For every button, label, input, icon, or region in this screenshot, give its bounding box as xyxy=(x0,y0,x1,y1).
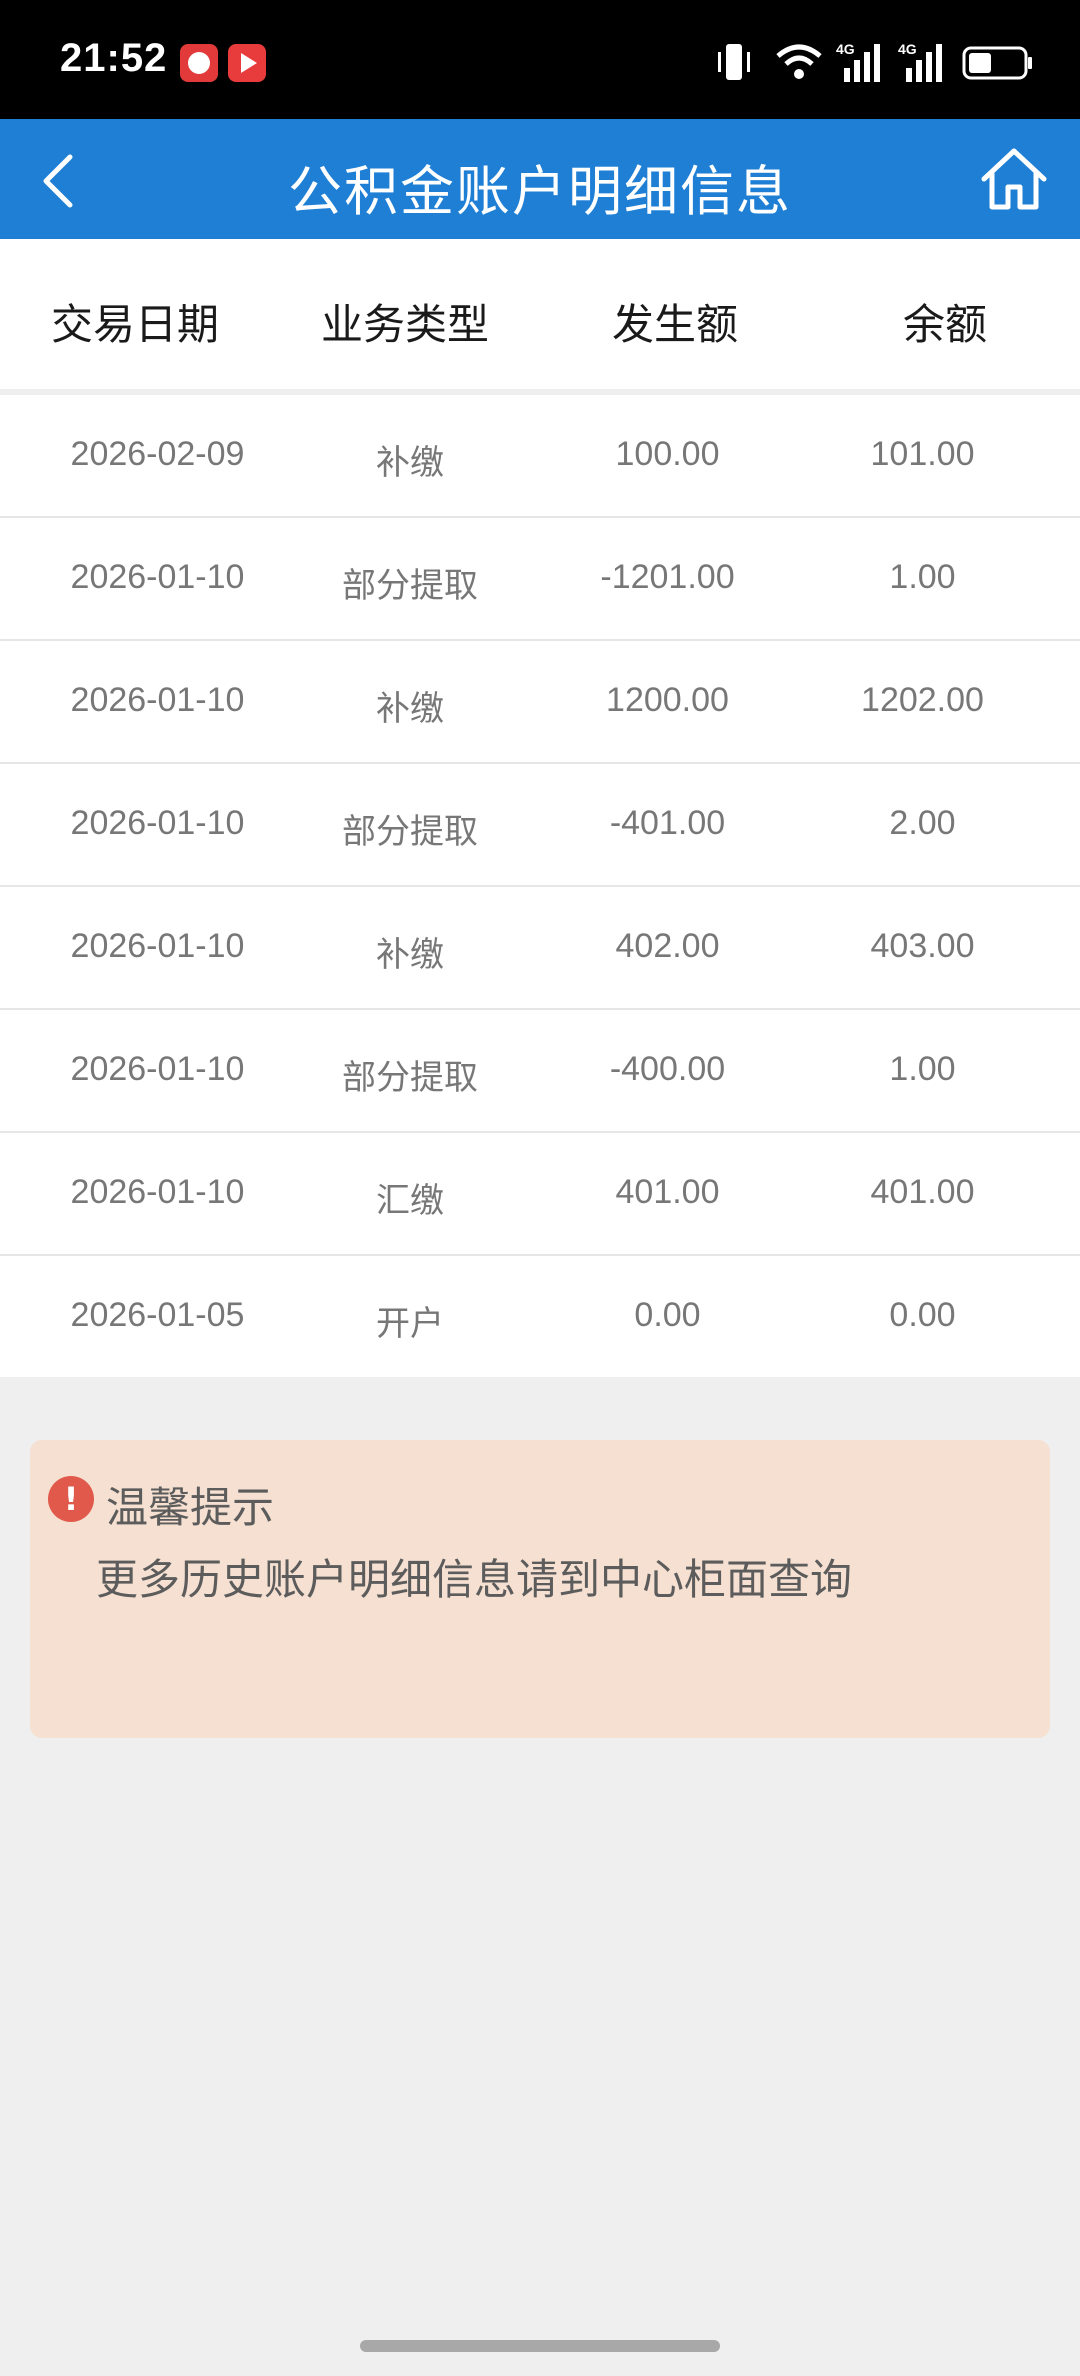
home-button[interactable] xyxy=(978,143,1050,215)
cell-amount: -1201.00 xyxy=(600,558,735,596)
cell-type: 补缴 xyxy=(376,443,444,483)
status-time: 21:52 xyxy=(60,36,168,80)
table-row: 2026-01-10 补缴 402.00 403.00 xyxy=(0,887,1080,1010)
cell-balance: 1.00 xyxy=(889,558,956,596)
column-header-amount: 发生额 xyxy=(611,300,738,349)
cell-date: 2026-01-10 xyxy=(70,1173,245,1211)
cell-balance: 1.00 xyxy=(889,1050,956,1088)
cell-type: 汇缴 xyxy=(376,1181,444,1221)
transactions-table: 交易日期 业务类型 发生额 余额 2026-02-09 补缴 100.00 10… xyxy=(0,239,1080,1377)
vibrate-icon xyxy=(718,44,750,80)
cell-balance: 101.00 xyxy=(870,435,975,473)
page-title: 公积金账户明细信息 xyxy=(288,160,792,223)
cell-amount: 0.00 xyxy=(634,1296,701,1334)
table-row: 2026-01-10 部分提取 -400.00 1.00 xyxy=(0,1010,1080,1133)
cell-date: 2026-01-10 xyxy=(70,1050,245,1088)
table-row: 2026-01-10 补缴 1200.00 1202.00 xyxy=(0,641,1080,764)
cell-balance: 1202.00 xyxy=(861,681,984,719)
cell-type: 部分提取 xyxy=(342,566,478,606)
cell-date: 2026-01-10 xyxy=(70,681,245,719)
status-indicators: 4G 4G xyxy=(716,40,1036,84)
column-header-date: 交易日期 xyxy=(50,300,219,349)
wifi-icon xyxy=(776,44,822,79)
svg-text:4G: 4G xyxy=(836,41,855,57)
cell-amount: 402.00 xyxy=(615,927,720,965)
cell-balance: 403.00 xyxy=(870,927,975,965)
cell-balance: 401.00 xyxy=(870,1173,975,1211)
signal-4g-icon: 4G xyxy=(836,41,880,82)
cell-type: 补缴 xyxy=(376,689,444,729)
cell-amount: 401.00 xyxy=(615,1173,720,1211)
app-header: 公积金账户明细信息 xyxy=(0,119,1080,239)
cell-date: 2026-01-05 xyxy=(70,1296,245,1334)
home-icon xyxy=(981,148,1047,210)
cell-date: 2026-02-09 xyxy=(70,435,245,473)
svg-text:4G: 4G xyxy=(898,41,917,57)
cell-amount: 1200.00 xyxy=(606,681,729,719)
cell-type: 开户 xyxy=(376,1304,444,1344)
exclamation-icon: ! xyxy=(48,1476,94,1522)
tip-box: ! 温馨提示 更多历史账户明细信息请到中心柜面查询 xyxy=(30,1440,1050,1738)
cell-balance: 2.00 xyxy=(889,804,956,842)
cell-amount: -400.00 xyxy=(609,1050,726,1088)
tip-text: 更多历史账户明细信息请到中心柜面查询 xyxy=(96,1555,853,1604)
cell-type: 部分提取 xyxy=(342,1058,478,1098)
battery-icon xyxy=(962,46,1032,80)
cell-type: 补缴 xyxy=(376,935,444,975)
cell-date: 2026-01-10 xyxy=(70,804,245,842)
table-row: 2026-01-10 部分提取 -401.00 2.00 xyxy=(0,764,1080,887)
tip-title: 温馨提示 xyxy=(106,1483,275,1532)
table-row: 2026-01-05 开户 0.00 0.00 xyxy=(0,1256,1080,1377)
column-header-type: 业务类型 xyxy=(320,300,489,349)
app-icon xyxy=(180,44,218,82)
cell-amount: 100.00 xyxy=(615,435,720,473)
status-bar: 21:52 4G 4G xyxy=(0,0,1080,119)
column-header-balance: 余额 xyxy=(902,300,987,349)
cell-type: 部分提取 xyxy=(342,812,478,852)
cell-balance: 0.00 xyxy=(889,1296,956,1334)
table-row: 2026-01-10 汇缴 401.00 401.00 xyxy=(0,1133,1080,1256)
cell-date: 2026-01-10 xyxy=(70,558,245,596)
table-row: 2026-01-10 部分提取 -1201.00 1.00 xyxy=(0,518,1080,641)
table-header: 交易日期 业务类型 发生额 余额 xyxy=(0,239,1080,395)
cell-date: 2026-01-10 xyxy=(70,927,245,965)
table-row: 2026-02-09 补缴 100.00 101.00 xyxy=(0,395,1080,518)
cell-amount: -401.00 xyxy=(609,804,726,842)
video-app-icon xyxy=(228,44,266,82)
signal-4g-icon: 4G xyxy=(898,41,942,82)
home-indicator[interactable] xyxy=(360,2340,720,2352)
